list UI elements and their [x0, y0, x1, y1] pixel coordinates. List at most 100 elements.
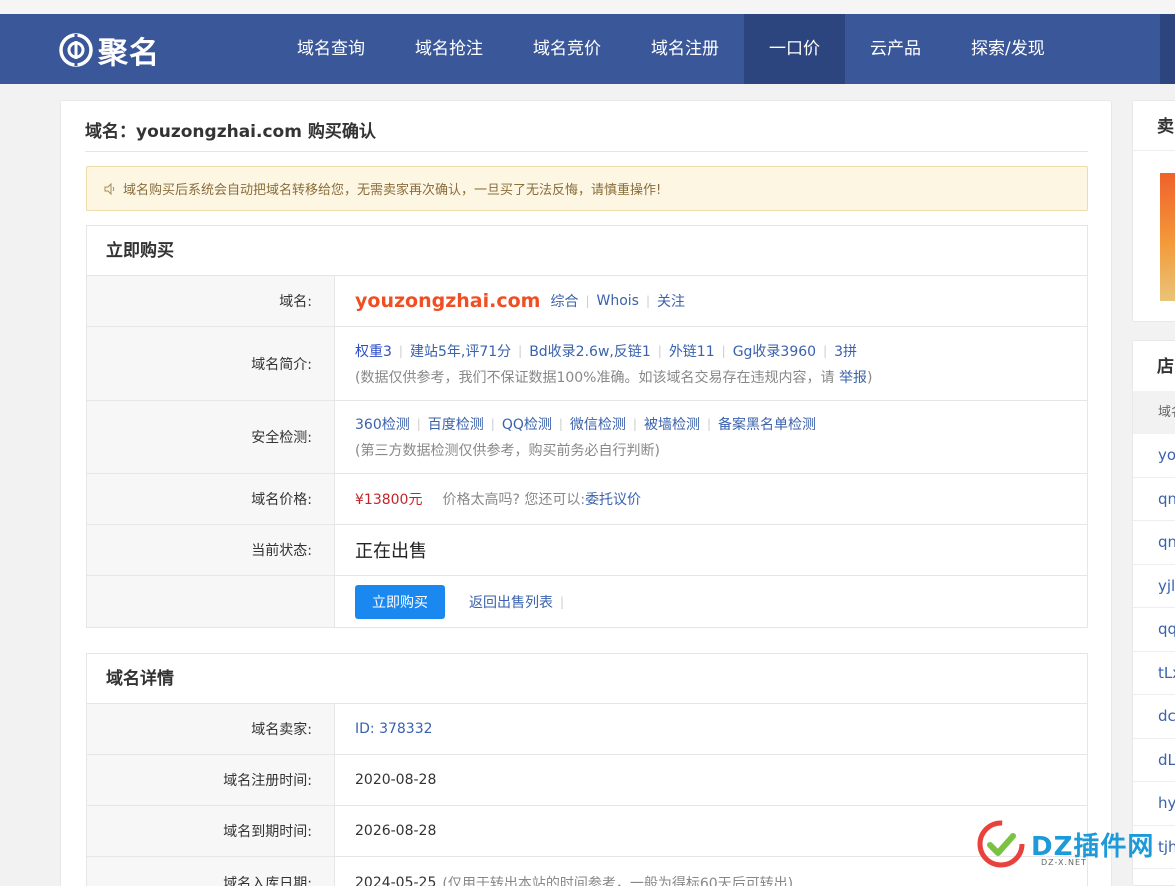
price-note: 价格太高吗? 您还可以:	[442, 492, 586, 508]
stored-date: 2024-05-25	[355, 874, 437, 886]
intro-pinyin[interactable]: 3拼	[834, 341, 857, 361]
check-blocked-link[interactable]: 被墙检测	[644, 414, 700, 434]
separator: |	[632, 417, 637, 431]
detail-row-expires: 域名到期时间: 2026-08-28	[87, 806, 1087, 857]
security-value: 360检测 | 百度检测 | QQ检测 | 微信检测 | 被墙检测 | 备案黑名…	[335, 401, 1087, 473]
separator: |	[721, 343, 726, 358]
separator: |	[398, 343, 403, 358]
buy-panel: 立即购买 域名: youzongzhai.com 综合 | Whois | 关注…	[86, 225, 1088, 628]
shop-list-item[interactable]: qn	[1133, 478, 1175, 521]
detail-panel-heading: 域名详情	[87, 654, 1087, 704]
intro-note-end: )	[866, 369, 873, 386]
domain-value: youzongzhai.com 综合 | Whois | 关注	[335, 276, 1087, 326]
shop-list-item[interactable]: dc	[1133, 695, 1175, 739]
intro-row: 域名简介: 权重3 | 建站5年,评71分 | Bd收录2.6w,反链1 | 外…	[87, 327, 1087, 401]
security-note: (第三方数据检测仅供参考，购买前务必自行判断)	[355, 443, 660, 459]
intro-value: 权重3 | 建站5年,评71分 | Bd收录2.6w,反链1 | 外链11 | …	[335, 327, 1087, 400]
follow-link[interactable]: 关注	[657, 291, 685, 311]
shop-card-title: 店	[1157, 357, 1174, 377]
separator: |	[416, 417, 421, 431]
check-qq-link[interactable]: QQ检测	[502, 414, 552, 434]
intro-external-links[interactable]: 外链11	[669, 341, 715, 361]
check-baidu-link[interactable]: 百度检测	[428, 414, 484, 434]
security-row: 安全检测: 360检测 | 百度检测 | QQ检测 | 微信检测 | 被墙检测 …	[87, 401, 1087, 474]
detail-row-seller: 域名卖家: ID: 378332	[87, 704, 1087, 755]
expires-label: 域名到期时间:	[87, 806, 335, 856]
nav-item-explore[interactable]: 探索/发现	[946, 14, 1070, 84]
shop-list-item[interactable]: qn	[1133, 521, 1175, 565]
intro-google-index[interactable]: Gg收录3960	[733, 341, 816, 361]
price-value: ¥13800元 价格太高吗? 您还可以: 委托议价	[335, 474, 1087, 524]
warning-notice: 域名购买后系统会自动把域名转移给您，无需卖家再次确认，一旦买了无法反悔，请慎重操…	[86, 166, 1088, 211]
nav-item-domain-backorder[interactable]: 域名抢注	[390, 14, 508, 84]
action-value: 立即购买 返回出售列表 |	[335, 576, 1087, 627]
separator: |	[706, 417, 712, 431]
detail-row-registered: 域名注册时间: 2020-08-28	[87, 755, 1087, 806]
report-link[interactable]: 举报	[839, 370, 867, 386]
check-blacklist-link[interactable]: 备案黑名单检测	[718, 414, 816, 434]
registered-date: 2020-08-28	[355, 772, 437, 788]
watermark: DZ插件网 DZ-X.NET	[975, 818, 1154, 870]
nav-item-cloud-products[interactable]: 云产品	[845, 14, 946, 84]
separator: |	[558, 417, 563, 431]
nav-item-domain-search[interactable]: 域名查询	[272, 14, 390, 84]
detail-panel: 域名详情 域名卖家: ID: 378332 域名注册时间: 2020-08-28…	[86, 653, 1088, 886]
seller-card-title: 卖	[1133, 101, 1175, 151]
notice-text: 域名购买后系统会自动把域名转移给您，无需卖家再次确认，一旦买了无法反悔，请慎重操…	[123, 183, 662, 198]
separator: |	[560, 594, 565, 609]
intro-weight[interactable]: 权重3	[355, 341, 392, 361]
back-to-list-link[interactable]: 返回出售列表	[469, 592, 553, 612]
watermark-logo-icon	[977, 820, 1025, 868]
seller-value: ID: 378332	[335, 704, 1087, 754]
intro-baidu-index[interactable]: Bd收录2.6w,反链1	[529, 341, 651, 361]
watermark-text: DZ插件网	[1031, 831, 1155, 862]
seller-banner-image	[1160, 173, 1175, 301]
title-divider	[85, 151, 1088, 152]
separator: |	[518, 343, 523, 358]
shop-list-item[interactable]: yo	[1133, 434, 1175, 478]
seller-id-link[interactable]: ID: 378332	[355, 721, 1087, 737]
shop-list-item[interactable]: tLx	[1133, 652, 1175, 695]
check-wechat-link[interactable]: 微信检测	[570, 414, 626, 434]
price-amount: ¥13800元	[355, 492, 423, 508]
intro-site-age[interactable]: 建站5年,评71分	[410, 341, 511, 361]
check-360-link[interactable]: 360检测	[355, 414, 410, 434]
separator: |	[585, 294, 590, 308]
intro-label: 域名简介:	[87, 327, 335, 400]
shop-list-item[interactable]: qq	[1133, 608, 1175, 652]
status-label: 当前状态:	[87, 525, 335, 575]
page-title: 域名：youzongzhai.com 购买确认	[85, 122, 376, 142]
security-label: 安全检测:	[87, 401, 335, 473]
price-label: 域名价格:	[87, 474, 335, 524]
buy-now-button[interactable]: 立即购买	[355, 584, 445, 619]
separator: |	[823, 343, 828, 358]
action-row: 立即购买 返回出售列表 |	[87, 576, 1087, 627]
nav-item-fixed-price[interactable]: 一口价	[744, 14, 845, 84]
registered-value: 2020-08-28	[335, 755, 1087, 805]
status-value: 正在出售	[335, 525, 1087, 575]
shop-list-item[interactable]: yjl	[1133, 565, 1175, 608]
seller-label: 域名卖家:	[87, 704, 335, 754]
detail-row-stored: 域名入库日期: 2024-05-25 (仅用于转出本站的时间参考，一般为得标60…	[87, 857, 1087, 886]
shop-list-header: 域名	[1133, 391, 1175, 434]
shop-card: 店 域名 yo qn qn yjl qq tLx dc dL hy tjh	[1132, 340, 1175, 886]
shop-list-item[interactable]: dL	[1133, 739, 1175, 782]
speaker-icon	[104, 182, 115, 195]
watermark-subtext: DZ-X.NET	[1041, 858, 1087, 867]
brand-name: 聚名	[98, 36, 160, 71]
main-card: 域名：youzongzhai.com 购买确认 域名购买后系统会自动把域名转移给…	[60, 100, 1112, 886]
domain-name: youzongzhai.com	[355, 290, 541, 312]
separator: |	[645, 294, 651, 308]
status-row: 当前状态: 正在出售	[87, 525, 1087, 576]
negotiate-link[interactable]: 委托议价	[585, 489, 641, 509]
stored-note: (仅用于转出本站的时间参考，一般为得标60天后可转出)	[442, 875, 794, 886]
nav-item-domain-register[interactable]: 域名注册	[626, 14, 744, 84]
separator: |	[657, 343, 662, 358]
overview-link[interactable]: 综合	[550, 291, 578, 311]
price-row: 域名价格: ¥13800元 价格太高吗? 您还可以: 委托议价	[87, 474, 1087, 525]
nav-item-domain-auction[interactable]: 域名竞价	[508, 14, 626, 84]
whois-link[interactable]: Whois	[597, 293, 639, 309]
top-strip	[0, 0, 1175, 14]
separator: |	[490, 417, 495, 431]
logo[interactable]: 聚名	[58, 28, 160, 72]
